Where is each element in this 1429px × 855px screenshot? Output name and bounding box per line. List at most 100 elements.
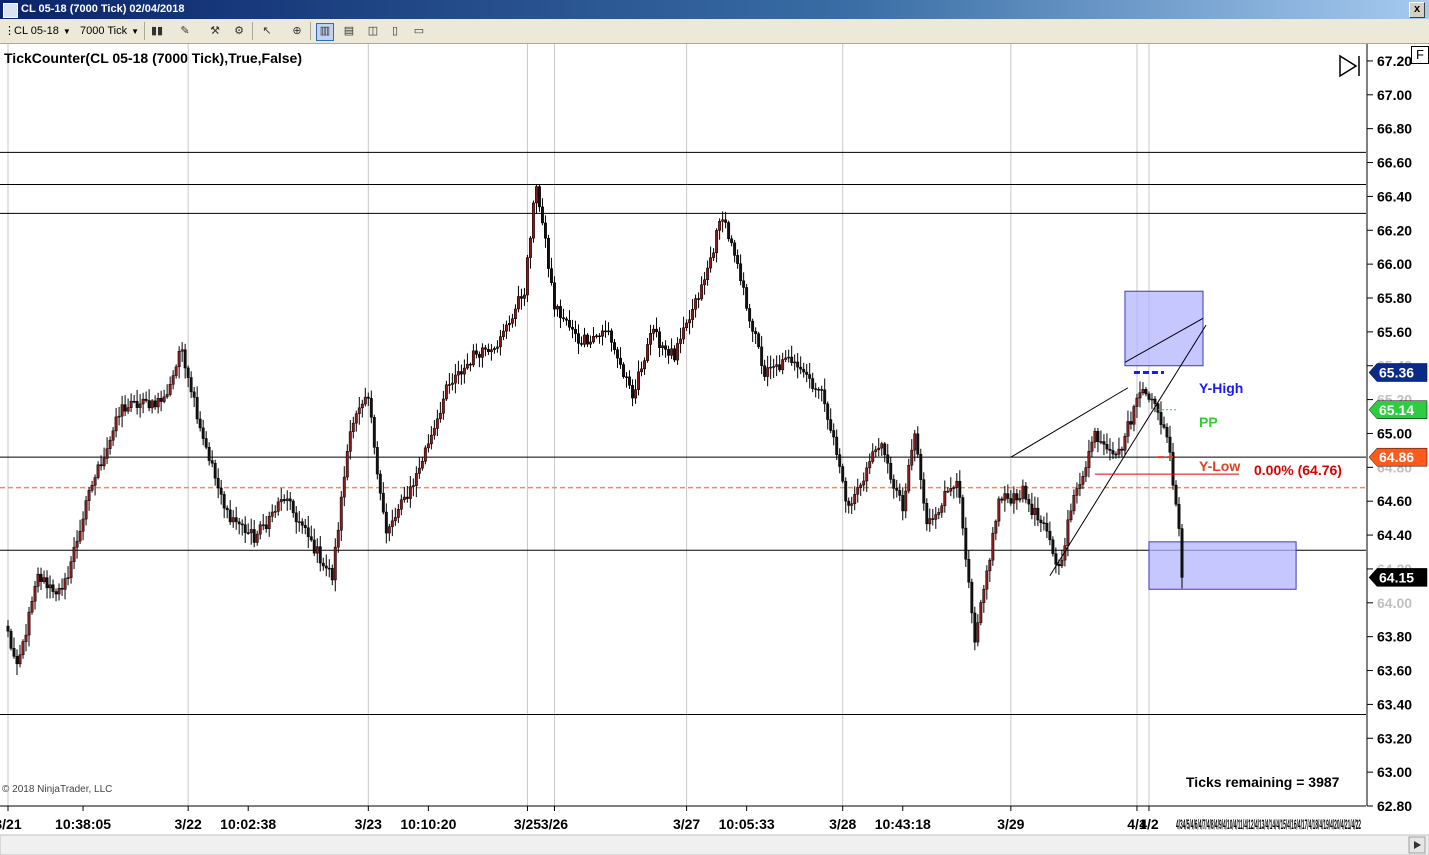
candle-up [42, 577, 46, 582]
candle-down [886, 454, 890, 464]
pointer-icon[interactable]: ↖ [258, 23, 276, 41]
candle-up [66, 577, 70, 579]
candle-down [742, 280, 746, 288]
candle-up [1090, 441, 1094, 452]
zoom-icon[interactable]: ⊕ [288, 23, 306, 41]
chart-trader-icon[interactable]: ▥ [316, 23, 334, 41]
ticks-remaining-text: Ticks remaining = 3987 [1186, 774, 1340, 790]
candle-up [435, 418, 439, 429]
candle-down [796, 361, 800, 368]
candle-down [577, 333, 580, 344]
candle-down [667, 349, 671, 356]
candle-up [1084, 467, 1088, 477]
price-zone-box [1148, 541, 1297, 590]
candle-down [1057, 564, 1061, 567]
candle-up [910, 449, 914, 466]
candle-up [357, 407, 361, 414]
candle-down [474, 350, 478, 355]
candle-down [544, 222, 547, 239]
scroll-to-end-button[interactable] [1338, 54, 1362, 83]
close-button[interactable]: x [1409, 2, 1425, 18]
candle-up [934, 514, 938, 520]
time-tick-label: 4/2 [1139, 816, 1159, 832]
candle-up [447, 384, 451, 386]
drawing-pencil-icon[interactable]: ✎ [176, 23, 194, 41]
candle-up [471, 350, 475, 366]
candle-down [610, 330, 613, 343]
candle-down [483, 347, 487, 350]
candle-up [87, 490, 91, 501]
strategy-icon[interactable]: ⚙ [230, 23, 248, 41]
indicator-icon[interactable]: ⚒ [206, 23, 224, 41]
candle-down [60, 588, 64, 590]
chart-properties-icon[interactable]: ◫ [364, 23, 382, 41]
candle-up [270, 511, 274, 517]
candle-down [790, 356, 794, 363]
candle-down [619, 357, 622, 365]
panel-settings-button[interactable]: F [1411, 46, 1429, 64]
price-tag-label: 64.15 [1379, 569, 1414, 585]
candle-up [691, 309, 695, 320]
candle-up [769, 366, 773, 369]
candle-up [525, 257, 529, 296]
window-title: CL 05-18 (7000 Tick) 02/04/2018 [21, 3, 185, 15]
candle-down [219, 487, 223, 495]
candle-up [1012, 493, 1016, 504]
candle-down [243, 524, 247, 533]
candle-down [477, 354, 481, 358]
data-box-icon[interactable]: ▤ [340, 23, 358, 41]
candle-up [513, 308, 517, 319]
candle-up [75, 540, 79, 548]
candle-down [1174, 484, 1178, 505]
candle-down [751, 320, 755, 332]
candle-down [1156, 403, 1160, 413]
candle-down [204, 438, 208, 448]
candle-up [417, 467, 421, 474]
candle-up [595, 335, 598, 338]
candle-up [640, 368, 643, 373]
candle-down [919, 453, 923, 480]
snapshot-icon[interactable]: ▭ [410, 23, 428, 41]
candle-up [111, 430, 115, 441]
candle-down [1039, 519, 1043, 523]
interval-selector[interactable]: 7000 Tick ▼ [80, 23, 139, 39]
candle-up [72, 546, 76, 562]
candle-up [946, 490, 950, 493]
candle-down [613, 342, 616, 350]
candle-up [670, 348, 674, 356]
candle-up [1135, 397, 1139, 407]
instrument-label: CL 05-18 [14, 25, 59, 37]
candle-up [63, 578, 67, 590]
templates-icon[interactable]: ▯ [386, 23, 404, 41]
toolbar-separator [310, 22, 311, 40]
price-tag-label: 64.86 [1379, 449, 1414, 465]
candle-down [309, 536, 313, 541]
candle-up [1078, 484, 1082, 489]
candle-down [1048, 530, 1052, 541]
instrument-selector[interactable]: CL 05-18 ▼ [14, 23, 71, 39]
candle-down [832, 430, 836, 438]
candle-up [339, 496, 343, 531]
candle-down [973, 612, 977, 643]
candle-down [237, 521, 241, 525]
candle-down [925, 503, 929, 525]
candle-up [171, 375, 175, 385]
chart-panel[interactable]: 67.20 67.00 66.80 66.60 66.40 66.20 66.00 65.80… [0, 44, 1429, 855]
bar-type-icon[interactable]: ▮▮ [148, 23, 166, 41]
candle-up [880, 443, 884, 449]
candle-down [306, 527, 310, 537]
candle-up [1150, 398, 1154, 401]
candle-down [673, 348, 677, 361]
price-chart[interactable]: 67.20 67.00 66.80 66.60 66.40 66.20 66.00 65.80… [0, 44, 1429, 855]
candle-up [976, 622, 980, 643]
candle-down [736, 255, 740, 264]
candle-down [375, 447, 379, 475]
candle-up [1018, 498, 1022, 501]
candle-up [997, 498, 1001, 522]
candle-up [649, 332, 652, 345]
candle-up [1132, 406, 1136, 425]
candle-down [571, 327, 574, 330]
candle-up [258, 524, 262, 535]
candle-up [583, 334, 586, 345]
candle-up [1075, 488, 1079, 496]
